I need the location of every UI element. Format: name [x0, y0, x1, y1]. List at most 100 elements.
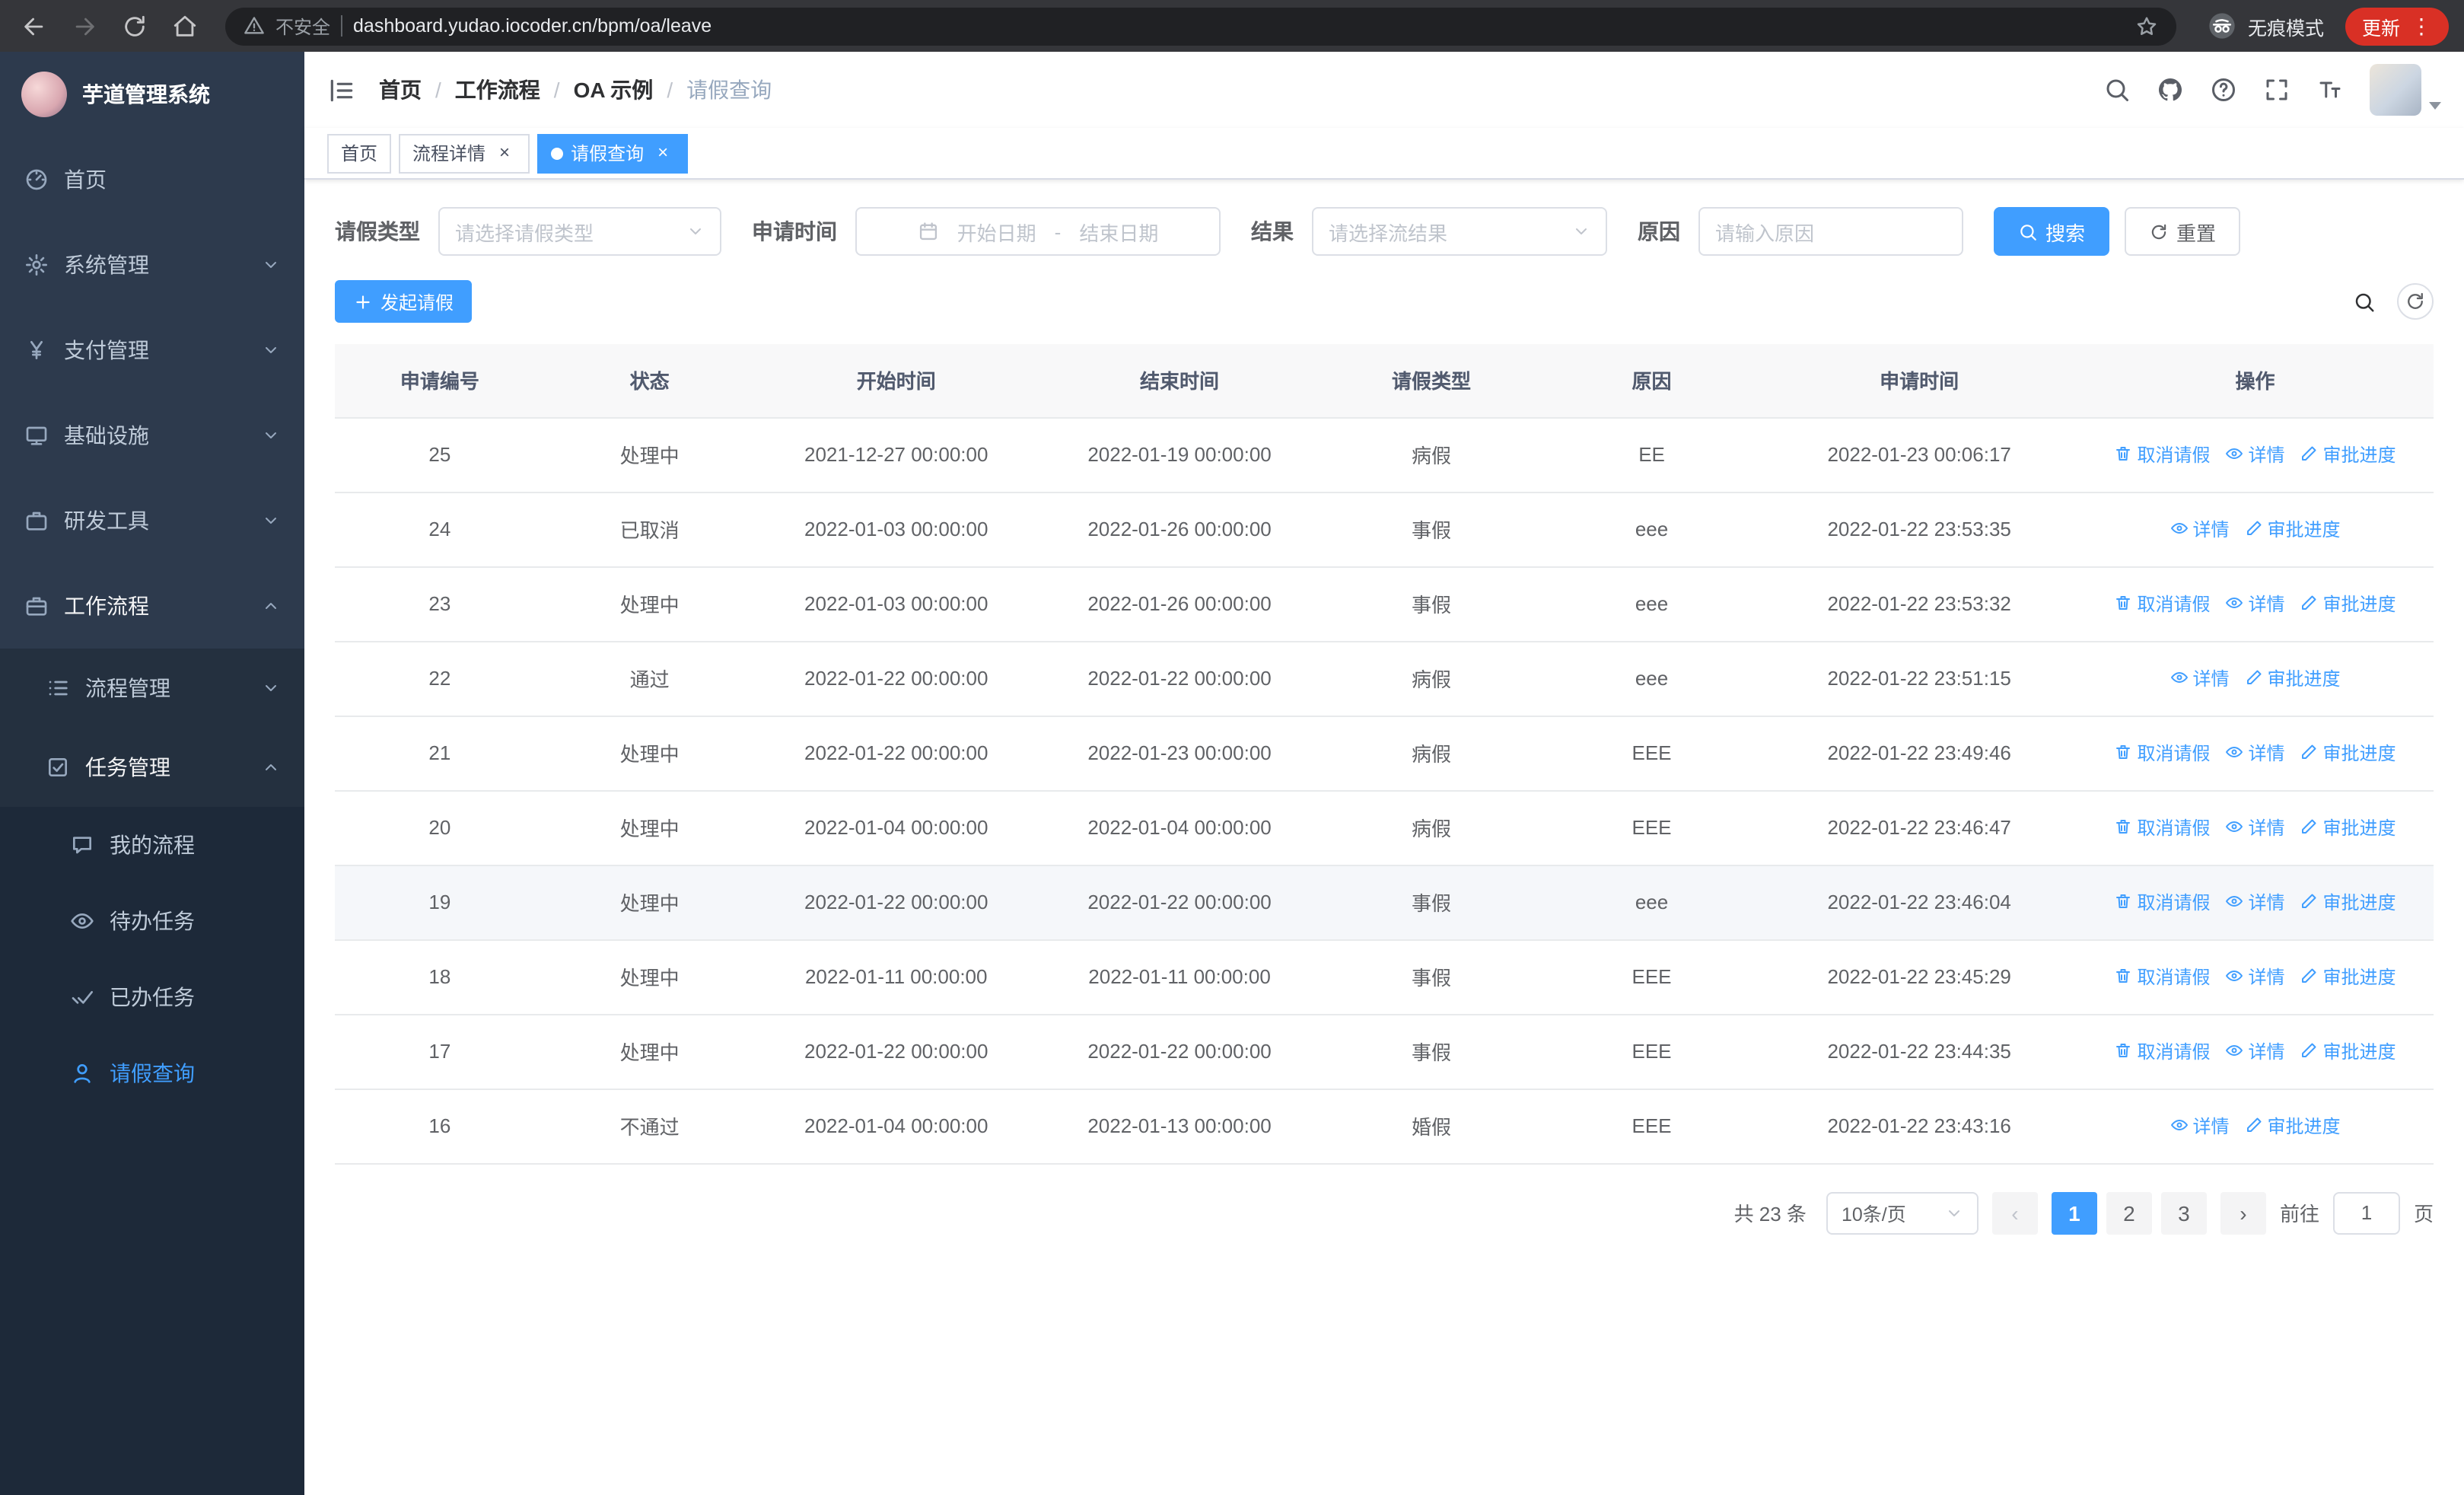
result-select[interactable]: 请选择流结果: [1312, 207, 1607, 256]
approval-progress-action[interactable]: 审批进度: [2300, 441, 2396, 467]
cancel-leave-action[interactable]: 取消请假: [2114, 964, 2210, 990]
tags-view-tab[interactable]: 请假查询 ×: [537, 133, 689, 173]
approval-progress-action[interactable]: 审批进度: [2300, 889, 2396, 915]
apply-time-range-input[interactable]: 开始日期 - 结束日期: [855, 207, 1221, 256]
cancel-leave-action[interactable]: 取消请假: [2114, 889, 2210, 915]
reason-placeholder: 请输入原因: [1715, 222, 1815, 244]
approval-progress-action[interactable]: 审批进度: [2300, 591, 2396, 617]
cell-reason: EEE: [1541, 716, 1762, 791]
reason-input[interactable]: 请输入原因: [1698, 207, 1963, 256]
reason-label: 原因: [1638, 219, 1680, 244]
url-text: dashboard.yudao.iocoder.cn/bpm/oa/leave: [353, 15, 712, 37]
table-row: 18 处理中 2022-01-11 00:00:00 2022-01-11 00:00…: [335, 939, 2434, 1015]
sidebar-item-home[interactable]: 首页: [0, 137, 304, 222]
reset-button[interactable]: 重置: [2125, 207, 2241, 256]
approval-progress-action[interactable]: 审批进度: [2300, 740, 2396, 766]
collapse-sidebar-button[interactable]: [327, 75, 356, 104]
back-button[interactable]: [21, 13, 47, 39]
detail-action[interactable]: 详情: [2225, 889, 2285, 915]
detail-action[interactable]: 详情: [2225, 964, 2285, 990]
cancel-leave-action[interactable]: 取消请假: [2114, 740, 2210, 766]
sidebar-item-process-management[interactable]: 流程管理: [0, 649, 304, 728]
cancel-leave-action[interactable]: 取消请假: [2114, 814, 2210, 840]
approval-progress-action[interactable]: 审批进度: [2300, 964, 2396, 990]
create-leave-button[interactable]: 发起请假: [335, 280, 473, 323]
approval-progress-action[interactable]: 审批进度: [2245, 516, 2341, 542]
detail-action[interactable]: 详情: [2225, 1038, 2285, 1064]
column-header: 申请时间: [1762, 344, 2077, 418]
leave-type-select[interactable]: 请选择请假类型: [438, 207, 721, 256]
page-button-1[interactable]: 1: [2051, 1191, 2097, 1234]
approval-progress-action[interactable]: 审批进度: [2300, 814, 2396, 840]
breadcrumb: 首页 / 工作流程 / OA 示例 / 请假查询: [379, 75, 772, 105]
breadcrumb-item[interactable]: 工作流程: [455, 75, 540, 105]
bookmark-star-icon[interactable]: [2135, 14, 2158, 37]
sidebar-item-leave-query[interactable]: 请假查询: [0, 1035, 304, 1111]
help-icon[interactable]: [2210, 76, 2237, 104]
chevron-up-icon: [266, 764, 276, 770]
pagination: 共 23 条 10条/页 ‹ 123 › 前往 页: [335, 1191, 2434, 1234]
approval-progress-action[interactable]: 审批进度: [2300, 1038, 2396, 1064]
cell-apply_time: 2022-01-22 23:46:04: [1762, 865, 2077, 940]
page-size-select[interactable]: 10条/页: [1826, 1191, 1979, 1234]
font-size-icon[interactable]: [2316, 76, 2344, 104]
goto-page-input[interactable]: [2332, 1191, 2400, 1234]
action-label: 取消请假: [2137, 1041, 2211, 1063]
sidebar-item-infrastructure[interactable]: 基础设施: [0, 393, 304, 478]
sidebar-item-label: 请假查询: [110, 1061, 195, 1085]
tab-close-icon[interactable]: ×: [493, 142, 516, 164]
view-icon: [2170, 523, 2188, 534]
sidebar-item-my-process[interactable]: 我的流程: [0, 807, 304, 883]
detail-action[interactable]: 详情: [2170, 516, 2230, 542]
reload-button[interactable]: [122, 13, 148, 39]
page-button-3[interactable]: 3: [2160, 1191, 2207, 1234]
detail-action[interactable]: 详情: [2225, 441, 2285, 467]
detail-action[interactable]: 详情: [2170, 1113, 2230, 1139]
update-button[interactable]: 更新 ⋮: [2345, 7, 2449, 45]
search-button[interactable]: 搜索: [1994, 207, 2110, 256]
home-button[interactable]: [172, 13, 198, 39]
user-avatar[interactable]: [2370, 64, 2441, 116]
detail-action[interactable]: 详情: [2225, 591, 2285, 617]
cancel-leave-action[interactable]: 取消请假: [2114, 1038, 2210, 1064]
sidebar-item-workflow[interactable]: 工作流程: [0, 563, 304, 649]
sidebar-item-todo-tasks[interactable]: 待办任务: [0, 883, 304, 959]
calendar-icon: [919, 222, 937, 241]
forward-button[interactable]: [72, 13, 97, 39]
browser-menu-icon[interactable]: ⋮: [2411, 15, 2432, 37]
detail-action[interactable]: 详情: [2225, 740, 2285, 766]
approval-progress-action[interactable]: 审批进度: [2245, 665, 2341, 691]
cancel-leave-action[interactable]: 取消请假: [2114, 441, 2210, 467]
cell-type: 婚假: [1321, 1089, 1542, 1164]
cell-apply_time: 2022-01-22 23:49:46: [1762, 716, 2077, 791]
sidebar-item-done-tasks[interactable]: 已办任务: [0, 959, 304, 1035]
detail-action[interactable]: 详情: [2225, 814, 2285, 840]
search-icon[interactable]: [2103, 76, 2131, 104]
sidebar-item-payment[interactable]: 支付管理: [0, 308, 304, 393]
plus-icon: [356, 295, 370, 308]
refresh-icon[interactable]: [2397, 283, 2434, 320]
toggle-search-icon[interactable]: [2353, 290, 2376, 313]
fullscreen-icon[interactable]: [2263, 76, 2291, 104]
cancel-leave-action[interactable]: 取消请假: [2114, 591, 2210, 617]
sidebar-item-task-management[interactable]: 任务管理: [0, 728, 304, 807]
prev-page-button[interactable]: ‹: [1991, 1191, 2038, 1234]
breadcrumb-item[interactable]: OA 示例: [574, 75, 654, 105]
tab-close-icon[interactable]: ×: [651, 142, 674, 164]
app-logo[interactable]: 芋道管理系统: [0, 52, 304, 137]
goto-label: 前往: [2279, 1203, 2319, 1226]
tags-view-tab[interactable]: 流程详情 ×: [399, 133, 530, 173]
detail-action[interactable]: 详情: [2170, 665, 2230, 691]
address-bar[interactable]: 不安全 dashboard.yudao.iocoder.cn/bpm/oa/le…: [225, 7, 2176, 45]
breadcrumb-item[interactable]: 首页: [379, 75, 422, 105]
approval-progress-action[interactable]: 审批进度: [2245, 1113, 2341, 1139]
next-page-button[interactable]: ›: [2220, 1191, 2266, 1234]
page-button-2[interactable]: 2: [2106, 1191, 2152, 1234]
tags-view-tab[interactable]: 首页: [327, 133, 392, 173]
sidebar-item-dev-tools[interactable]: 研发工具: [0, 478, 304, 563]
cell-end: 2022-01-22 00:00:00: [1037, 641, 1322, 716]
github-icon[interactable]: [2157, 76, 2184, 104]
delete-icon: [2116, 820, 2131, 834]
sidebar-item-system[interactable]: 系统管理: [0, 222, 304, 308]
sidebar-item-label: 研发工具: [64, 508, 149, 533]
